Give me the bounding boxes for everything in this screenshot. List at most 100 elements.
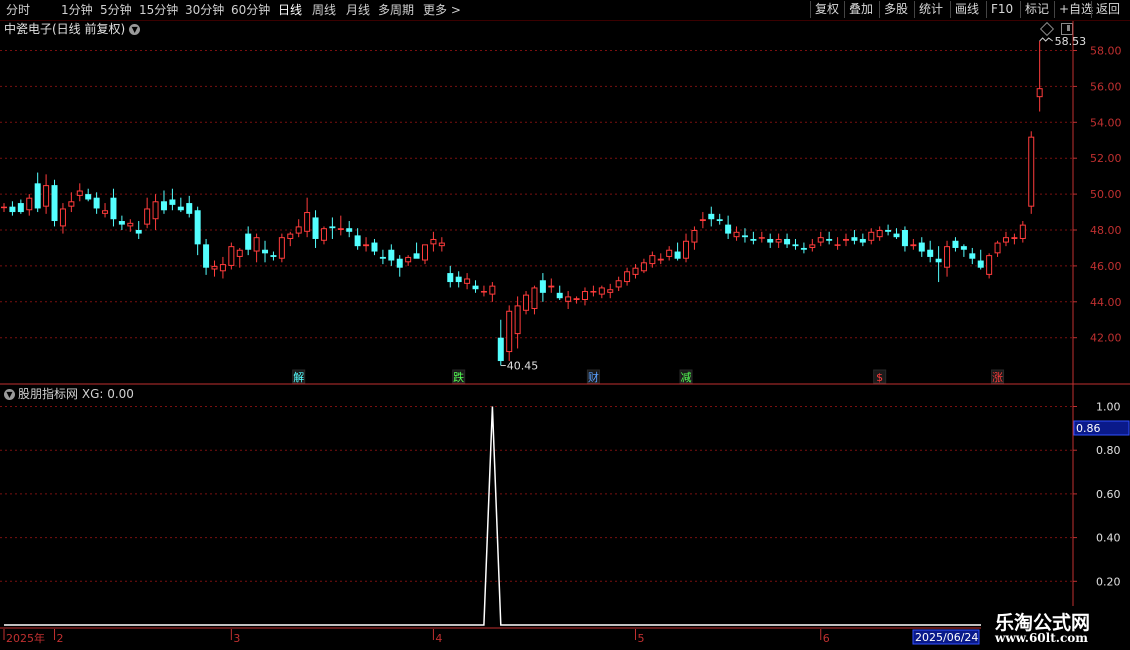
candle (312, 210, 319, 248)
y-tick-label: 0.20 (1096, 575, 1121, 588)
candle-body (76, 190, 83, 196)
candle (447, 265, 454, 288)
candle-body (1028, 136, 1035, 207)
candle-body (581, 291, 588, 301)
event-marker-label: 跌 (453, 370, 464, 384)
candle (725, 215, 732, 239)
candle (573, 296, 580, 304)
x-tick-label: 2 (57, 632, 64, 645)
candle-body (219, 264, 226, 272)
event-marker: 解 (292, 369, 306, 384)
candle (152, 194, 159, 230)
candle-body (960, 246, 967, 250)
candle (144, 197, 151, 229)
candle-body (320, 228, 327, 241)
candle-body (986, 255, 993, 275)
candle (236, 247, 243, 268)
candle-body (590, 291, 597, 293)
candle-body (910, 244, 917, 247)
candle (716, 213, 723, 225)
candle-body (716, 219, 723, 222)
x-tick-label: 4 (435, 632, 442, 645)
candle-body (211, 265, 218, 270)
candle-body (379, 256, 386, 259)
event-marker: $ (873, 369, 887, 384)
candle-body (329, 226, 336, 229)
candle-body (177, 206, 184, 211)
site-logo: 乐淘公式网 www.60lt.com (981, 606, 1130, 650)
candle-body (775, 238, 782, 243)
candle-body (93, 197, 100, 209)
candle-body (337, 228, 344, 231)
candle (910, 238, 917, 250)
x-tick-label: 3 (233, 632, 240, 645)
candle (363, 237, 370, 252)
candle (135, 221, 142, 239)
candle (388, 244, 395, 266)
candle (228, 242, 235, 270)
candle (918, 237, 925, 257)
candle-body (371, 242, 378, 252)
candle-body (186, 203, 193, 214)
candle (320, 226, 327, 245)
y-tick-label: 58.00 (1090, 45, 1122, 58)
candle (733, 226, 740, 241)
candle (186, 195, 193, 218)
x-tick-label: 6 (823, 632, 830, 645)
max-price-label: 58.53 (1055, 35, 1087, 48)
candle (211, 260, 218, 277)
candle (868, 228, 875, 245)
candle-body (405, 256, 412, 263)
candle-body (1011, 237, 1018, 239)
candle-body (430, 238, 437, 245)
candle-body (228, 246, 235, 266)
candle-body (539, 280, 546, 293)
candle (876, 226, 883, 241)
candle (1036, 40, 1043, 112)
min-price-label: 40.45 (507, 360, 539, 373)
price-labels: 58.53 40.45 (500, 35, 1087, 373)
candle (944, 240, 951, 277)
candle (396, 255, 403, 277)
candle (539, 273, 546, 302)
candle-body (26, 197, 33, 211)
event-marker: 减 (679, 369, 693, 384)
candle-body (708, 213, 715, 220)
candle-body (354, 235, 361, 247)
candle (430, 231, 437, 252)
candle (34, 172, 41, 213)
candlestick-series (1, 40, 1043, 366)
y-tick-label: 48.00 (1090, 224, 1122, 237)
candle-body (422, 244, 428, 261)
candle-body (699, 219, 706, 222)
candle-body (885, 230, 892, 232)
event-marker: 涨 (991, 369, 1005, 384)
candle-body (573, 298, 580, 301)
candle-body (102, 210, 109, 214)
candle (935, 246, 942, 283)
candle (270, 251, 277, 261)
candle (590, 285, 597, 297)
candle (1002, 231, 1009, 247)
candle-body (270, 255, 277, 257)
candle (666, 246, 673, 261)
candle-body (792, 244, 799, 247)
candle-body (666, 249, 673, 257)
candle-body (1, 206, 7, 209)
candle (245, 226, 252, 256)
indicator-series (4, 406, 1130, 626)
candle (523, 291, 530, 315)
candle (674, 242, 681, 261)
candle-body (843, 238, 849, 241)
candle (194, 206, 201, 256)
candle (834, 237, 841, 250)
candle (986, 253, 993, 279)
candle (93, 192, 100, 214)
candle-body (160, 201, 167, 211)
candle (969, 247, 976, 265)
candle-body (253, 237, 260, 252)
candle (337, 215, 344, 236)
candle-body (548, 285, 555, 288)
candle-body (506, 310, 513, 353)
candle-body (144, 208, 151, 225)
